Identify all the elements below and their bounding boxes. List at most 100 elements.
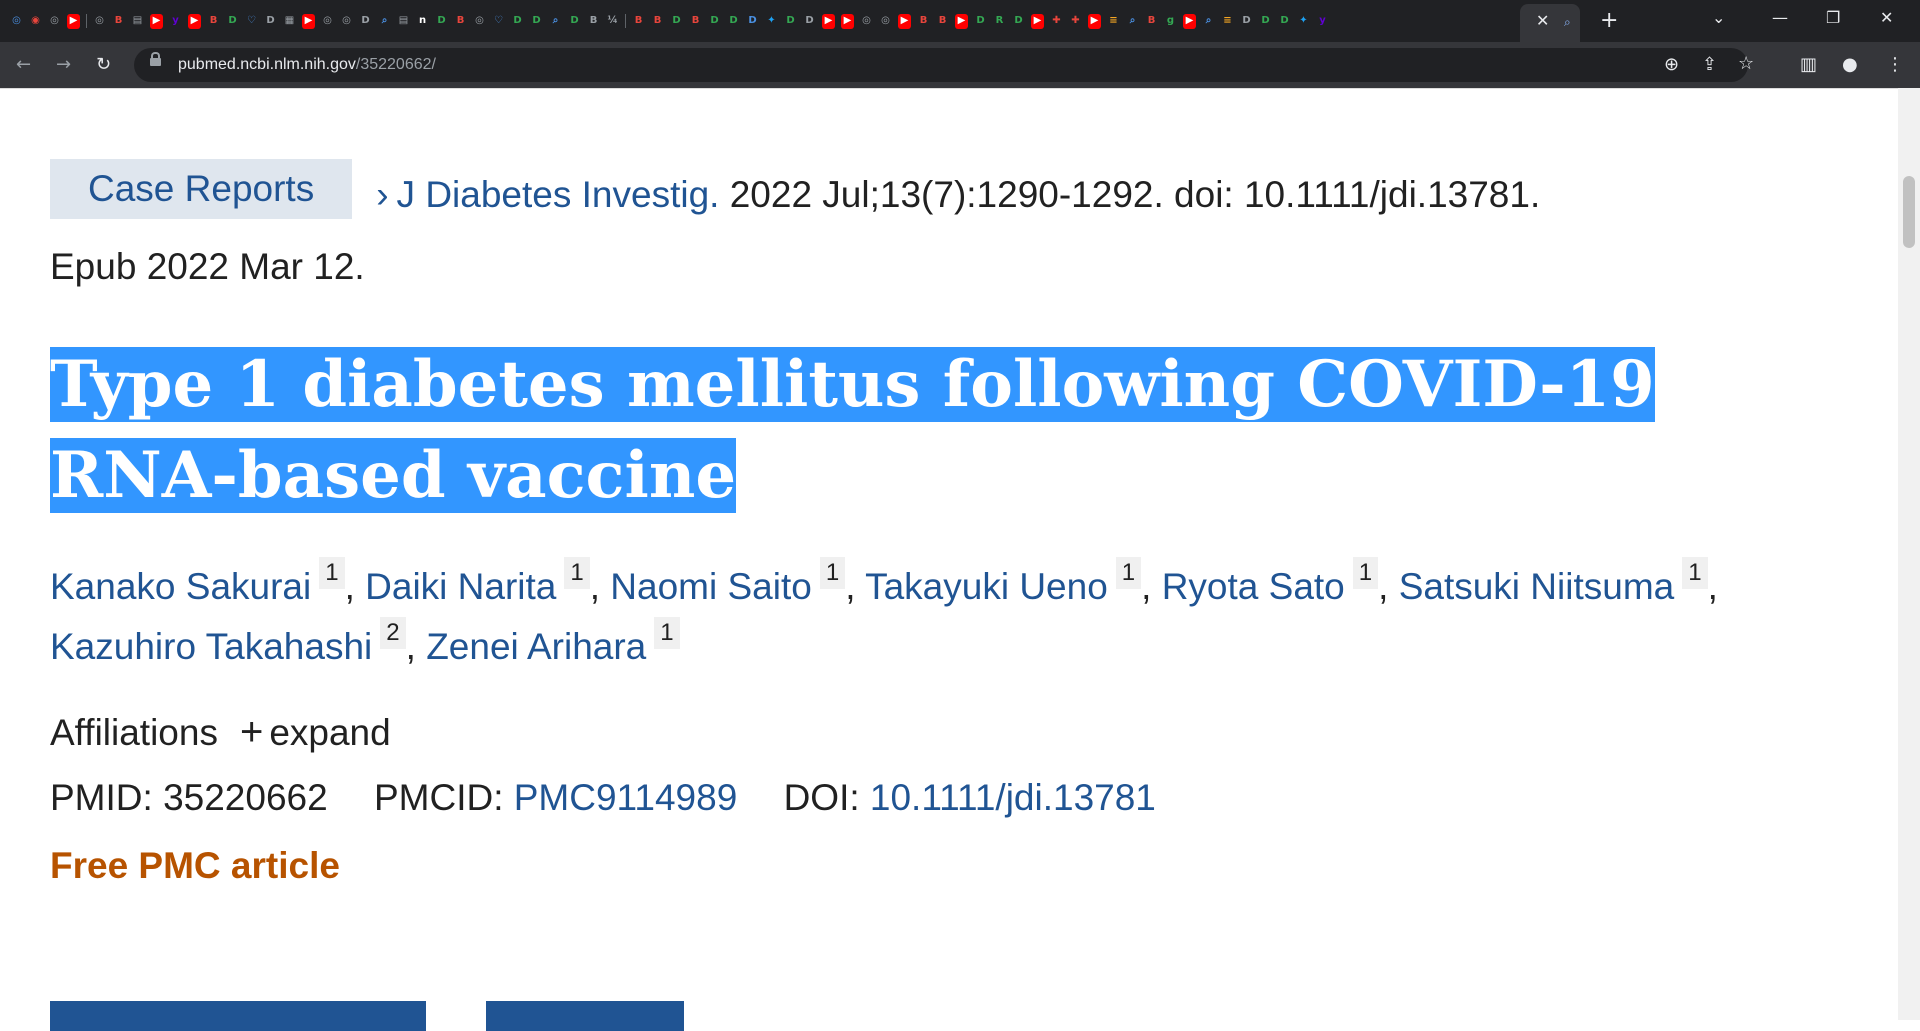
journal-link[interactable]: J Diabetes Investig. [397,174,720,215]
youtube-icon[interactable]: ▶ [1183,13,1196,29]
play-icon[interactable]: D [727,14,740,29]
bookmark-star-icon[interactable]: ☆ [1738,53,1754,74]
side-panel-icon[interactable]: ▥ [1800,54,1817,75]
profile-icon[interactable]: ● [1842,54,1858,75]
full-text-button[interactable] [50,1001,426,1031]
da-icon[interactable]: D [746,14,759,29]
image-icon[interactable]: ▦ [283,14,296,29]
play-icon[interactable]: D [568,14,581,29]
affiliation-number[interactable]: 1 [819,557,846,589]
flag-icon[interactable]: ✚ [1069,14,1082,29]
search-icon[interactable]: ⌕ [1126,14,1139,29]
youtube-icon[interactable]: ▶ [67,13,80,29]
b-icon[interactable]: B [936,14,949,29]
pmcid-link[interactable]: PMC9114989 [514,777,738,818]
play-icon[interactable]: D [784,14,797,29]
play-icon[interactable]: D [708,14,721,29]
youtube-icon[interactable]: ▶ [898,13,911,29]
affiliation-number[interactable]: 2 [380,617,406,649]
author-link[interactable]: Kanako Sakurai [50,566,311,607]
globe-icon[interactable]: ◎ [473,14,486,29]
maximize-icon[interactable]: ❐ [1826,8,1840,27]
reload-icon[interactable]: ↻ [96,54,111,75]
b-icon[interactable]: B [587,14,600,29]
author-link[interactable]: Ryota Sato [1162,566,1345,607]
b-icon[interactable]: B [454,14,467,29]
youtube-icon[interactable]: ▶ [150,13,163,29]
play-icon[interactable]: D [974,14,987,29]
note-icon[interactable]: ¼ [606,14,619,29]
globe-icon[interactable]: ◎ [93,14,106,29]
yahoo-icon[interactable]: y [1316,14,1329,29]
n-icon[interactable]: n [416,14,429,29]
globe-icon[interactable]: ◎ [321,14,334,29]
b-icon[interactable]: B [632,14,645,29]
author-link[interactable]: Kazuhiro Takahashi [50,626,372,667]
back-arrow-icon[interactable]: ← [16,54,31,75]
menu-kebab-icon[interactable]: ⋮ [1886,54,1904,75]
play-icon[interactable]: D [1259,14,1272,29]
play-icon[interactable]: D [803,14,816,29]
b-icon[interactable]: B [917,14,930,29]
play-icon[interactable]: D [530,14,543,29]
zoom-icon[interactable]: ⊕ [1664,54,1679,75]
b-icon[interactable]: B [112,14,125,29]
new-tab-button[interactable]: + [1600,8,1618,33]
active-tab[interactable]: ✕ ⌕ [1520,4,1580,42]
youtube-icon[interactable]: ▶ [1031,13,1044,29]
r-icon[interactable]: R [993,14,1006,29]
scrollbar-thumb[interactable] [1903,176,1915,248]
affiliation-number[interactable]: 1 [1352,557,1379,589]
lock-icon[interactable] [150,52,161,68]
play-icon[interactable]: D [1012,14,1025,29]
play-icon[interactable]: D [264,14,277,29]
youtube-icon[interactable]: ▶ [188,13,201,29]
flag-icon[interactable]: ✚ [1050,14,1063,29]
url-text[interactable]: pubmed.ncbi.nlm.nih.gov/35220662/ [178,56,436,74]
doc-icon[interactable]: ▤ [397,14,410,29]
youtube-icon[interactable]: ▶ [955,13,968,29]
app-icon[interactable]: ◉ [29,14,42,29]
plus-icon[interactable]: + [240,707,263,757]
play-icon[interactable]: D [226,14,239,29]
youtube-icon[interactable]: ▶ [822,13,835,29]
youtube-icon[interactable]: ▶ [841,13,854,29]
doi-link[interactable]: 10.1111/jdi.13781 [870,777,1156,818]
close-icon[interactable]: ✕ [1536,11,1549,30]
play-icon[interactable]: D [435,14,448,29]
globe-icon[interactable]: ◎ [879,14,892,29]
search-icon[interactable]: ⌕ [549,14,562,29]
b-icon[interactable]: B [689,14,702,29]
bookmark-icon[interactable]: ≡ [1107,14,1120,29]
b-icon[interactable]: B [1145,14,1158,29]
window-close-icon[interactable]: ✕ [1880,8,1893,27]
author-link[interactable]: Satsuki Niitsuma [1399,566,1675,607]
affiliation-number[interactable]: 1 [564,557,590,589]
affiliation-number[interactable]: 1 [1682,557,1708,589]
twitter-icon[interactable]: ✦ [765,14,778,29]
secondary-action-button[interactable] [486,1001,684,1031]
play-icon[interactable]: D [1240,14,1253,29]
globe-icon[interactable]: ◎ [48,14,61,29]
youtube-icon[interactable]: ▶ [1088,13,1101,29]
b-icon[interactable]: B [207,14,220,29]
author-link[interactable]: Daiki Narita [365,566,556,607]
yahoo-icon[interactable]: y [169,14,182,29]
page-scrollbar[interactable] [1898,88,1920,1020]
minimize-icon[interactable]: — [1772,8,1788,27]
globe-icon[interactable]: ◎ [860,14,873,29]
author-link[interactable]: Takayuki Ueno [865,566,1108,607]
search-icon[interactable]: ⌕ [1202,14,1215,29]
play-icon[interactable]: D [359,14,372,29]
author-link[interactable]: Naomi Saito [610,566,812,607]
youtube-icon[interactable]: ▶ [302,13,315,29]
play-icon[interactable]: D [511,14,524,29]
doc-icon[interactable]: ▤ [131,14,144,29]
share-icon[interactable]: ⇪ [1702,54,1717,75]
b-icon[interactable]: B [651,14,664,29]
heart-icon[interactable]: ♡ [245,14,258,29]
twitter-icon[interactable]: ✦ [1297,14,1310,29]
tab-search-chevron-icon[interactable]: ⌄ [1712,8,1725,27]
globe-icon[interactable]: ◎ [340,14,353,29]
g-icon[interactable]: g [1164,14,1177,29]
